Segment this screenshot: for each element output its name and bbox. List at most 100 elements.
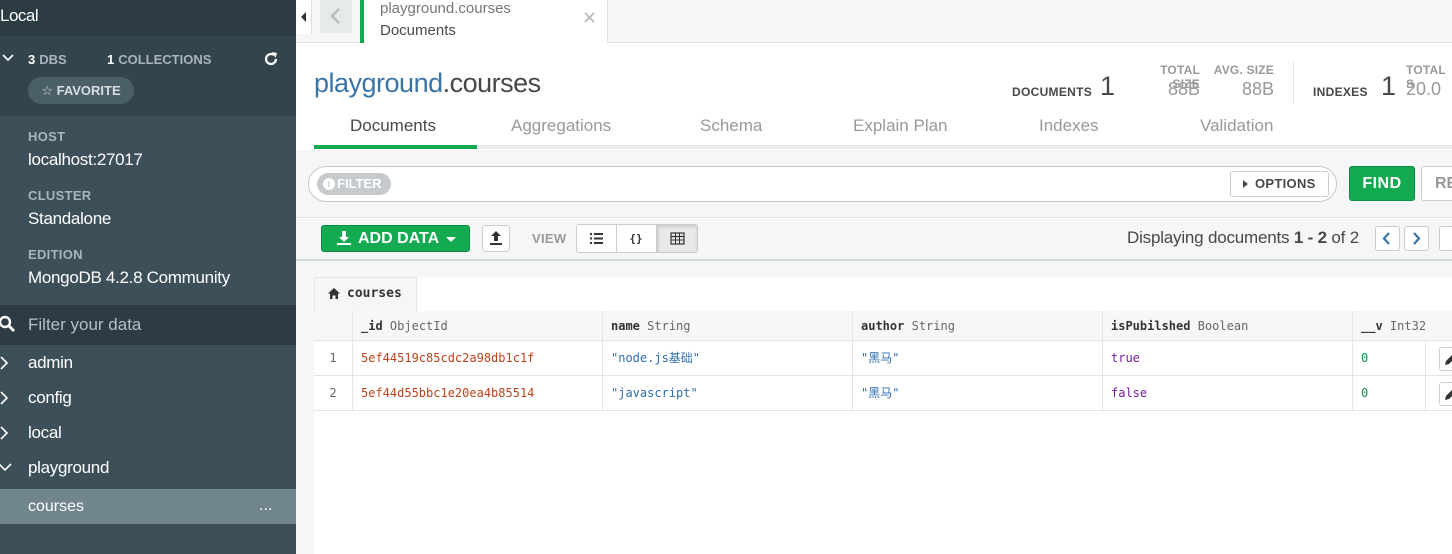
info-icon: i [323, 178, 335, 190]
column-type: Boolean [1197, 319, 1249, 333]
caret-right-icon [1243, 180, 1248, 188]
reset-button[interactable]: RE [1421, 166, 1452, 201]
column-type: String [647, 319, 691, 333]
table-header: _id ObjectId name String author String i… [314, 311, 1452, 341]
column-header[interactable]: author String [852, 311, 1102, 341]
dbs-count-label: DBS [39, 52, 67, 67]
cell-published[interactable]: true [1102, 341, 1352, 376]
index-total-size-value: 20.0 [1406, 79, 1442, 99]
pencil-icon [1445, 355, 1452, 365]
star-icon: ☆ [41, 83, 57, 98]
edit-document-button[interactable] [1439, 382, 1452, 406]
column-field: _id [361, 319, 383, 333]
tab-explain-plan[interactable]: Explain Plan [853, 116, 948, 136]
filter-input[interactable]: i FILTER OPTIONS [308, 166, 1337, 202]
instance-stats: 3 DBS 1 COLLECTIONS ☆ FAVORITE [0, 36, 296, 116]
json-view-icon: {} [629, 232, 642, 245]
chevron-right-icon [0, 391, 9, 405]
tab-namespace: playground.courses [380, 0, 511, 17]
close-icon[interactable]: ✕ [582, 8, 597, 29]
favorite-button[interactable]: ☆ FAVORITE [28, 77, 134, 104]
sidebar: Local 3 DBS 1 COLLECTIONS ☆ FAVORITE HOST … [0, 0, 296, 554]
add-data-label: ADD DATA [358, 230, 440, 247]
cell-author[interactable]: "黑马" [852, 341, 1102, 376]
options-button[interactable]: OPTIONS [1230, 171, 1329, 197]
cell-name[interactable]: "node.js基础" [602, 341, 852, 376]
back-button[interactable] [320, 0, 352, 33]
chevron-right-icon [0, 426, 9, 440]
find-button[interactable]: FIND [1349, 166, 1415, 201]
collection-menu-button[interactable]: ... [259, 497, 272, 515]
tab-aggregations[interactable]: Aggregations [511, 116, 611, 136]
active-tab-indicator [314, 145, 477, 149]
previous-page-button[interactable] [1375, 226, 1400, 251]
row-index: 1 [329, 351, 337, 365]
sidebar-filter-input[interactable] [28, 313, 288, 337]
cell-version[interactable]: 0 [1352, 341, 1425, 376]
sidebar-item-local[interactable]: local [0, 416, 296, 450]
documents-table: courses _id ObjectId name String author … [314, 277, 1452, 554]
edition-value: MongoDB 4.2.8 Community [28, 268, 230, 287]
next-page-button[interactable] [1404, 226, 1429, 251]
avg-size-label: AVG. SIZE [1213, 63, 1274, 77]
table-row[interactable]: 1 5ef44519c85cdc2a98db1c1f "node.js基础" "… [314, 341, 1452, 376]
sidebar-item-admin[interactable]: admin [0, 346, 296, 380]
json-view-button[interactable]: {} [616, 224, 657, 253]
host-label: HOST [28, 129, 66, 144]
total-size-value: 88B [1167, 79, 1200, 99]
list-view-icon [590, 233, 603, 244]
column-field: name [611, 319, 640, 333]
column-type: ObjectId [389, 319, 448, 333]
add-data-button[interactable]: ADD DATA [321, 225, 470, 252]
dbs-count: 3 DBS [28, 52, 67, 67]
tab-subtitle: Documents [380, 22, 456, 39]
column-header[interactable]: isPubilshed Boolean [1102, 311, 1352, 341]
connection-title: Local [0, 0, 296, 36]
sidebar-item-label: local [28, 423, 62, 442]
cluster-value: Standalone [28, 209, 112, 228]
table-view-button[interactable] [657, 224, 698, 253]
tab-indexes[interactable]: Indexes [1039, 116, 1099, 136]
column-header[interactable]: _id ObjectId [352, 311, 602, 341]
table-view-icon [670, 232, 685, 245]
chevron-down-icon[interactable] [2, 52, 14, 64]
cell-author[interactable]: "黑马" [852, 376, 1102, 411]
chevron-down-icon [0, 463, 12, 472]
cell-id[interactable]: 5ef44d55bbc1e20ea4b85514 [352, 376, 602, 411]
sidebar-item-config[interactable]: config [0, 381, 296, 415]
tab-scroll-left[interactable] [296, 0, 312, 34]
export-button[interactable] [482, 225, 510, 252]
caret-down-icon [446, 237, 456, 242]
breadcrumb[interactable]: courses [314, 277, 417, 311]
sidebar-item-courses[interactable]: courses ... [0, 489, 296, 524]
collections-count-label: COLLECTIONS [118, 52, 212, 67]
pagination-total: of 2 [1326, 228, 1359, 247]
export-icon [490, 231, 502, 245]
tab-schema[interactable]: Schema [700, 116, 762, 136]
sidebar-item-label: config [28, 388, 72, 407]
pagination-range: 1 - 2 [1293, 228, 1327, 247]
sidebar-item-label: admin [28, 353, 73, 372]
cell-version[interactable]: 0 [1352, 376, 1425, 411]
tab-playground-courses[interactable]: playground.courses Documents ✕ [360, 0, 608, 43]
list-view-button[interactable] [576, 224, 617, 253]
filter-label: FILTER [337, 176, 382, 191]
column-header[interactable]: __v Int32 [1352, 311, 1425, 341]
view-label: VIEW [532, 231, 567, 246]
tab-validation[interactable]: Validation [1200, 116, 1273, 136]
documents-toolbar: ADD DATA VIEW {} Displaying documents 1 … [296, 219, 1452, 261]
edit-document-button[interactable] [1439, 347, 1452, 371]
documents-value: 1 [1100, 71, 1116, 101]
refresh-icon[interactable] [262, 50, 280, 68]
breadcrumb-collection: courses [347, 286, 402, 301]
cell-name[interactable]: "javascript" [602, 376, 852, 411]
tab-documents[interactable]: Documents [350, 116, 436, 136]
sidebar-item-playground[interactable]: playground [0, 451, 296, 485]
cell-id[interactable]: 5ef44519c85cdc2a98db1c1f [352, 341, 602, 376]
table-row[interactable]: 2 5ef44d55bbc1e20ea4b85514 "javascript" … [314, 376, 1452, 411]
column-field: __v [1361, 319, 1383, 333]
page-settings-button[interactable] [1439, 226, 1452, 251]
cell-published[interactable]: false [1102, 376, 1352, 411]
column-header[interactable]: name String [602, 311, 852, 341]
caret-left-icon [301, 12, 306, 22]
